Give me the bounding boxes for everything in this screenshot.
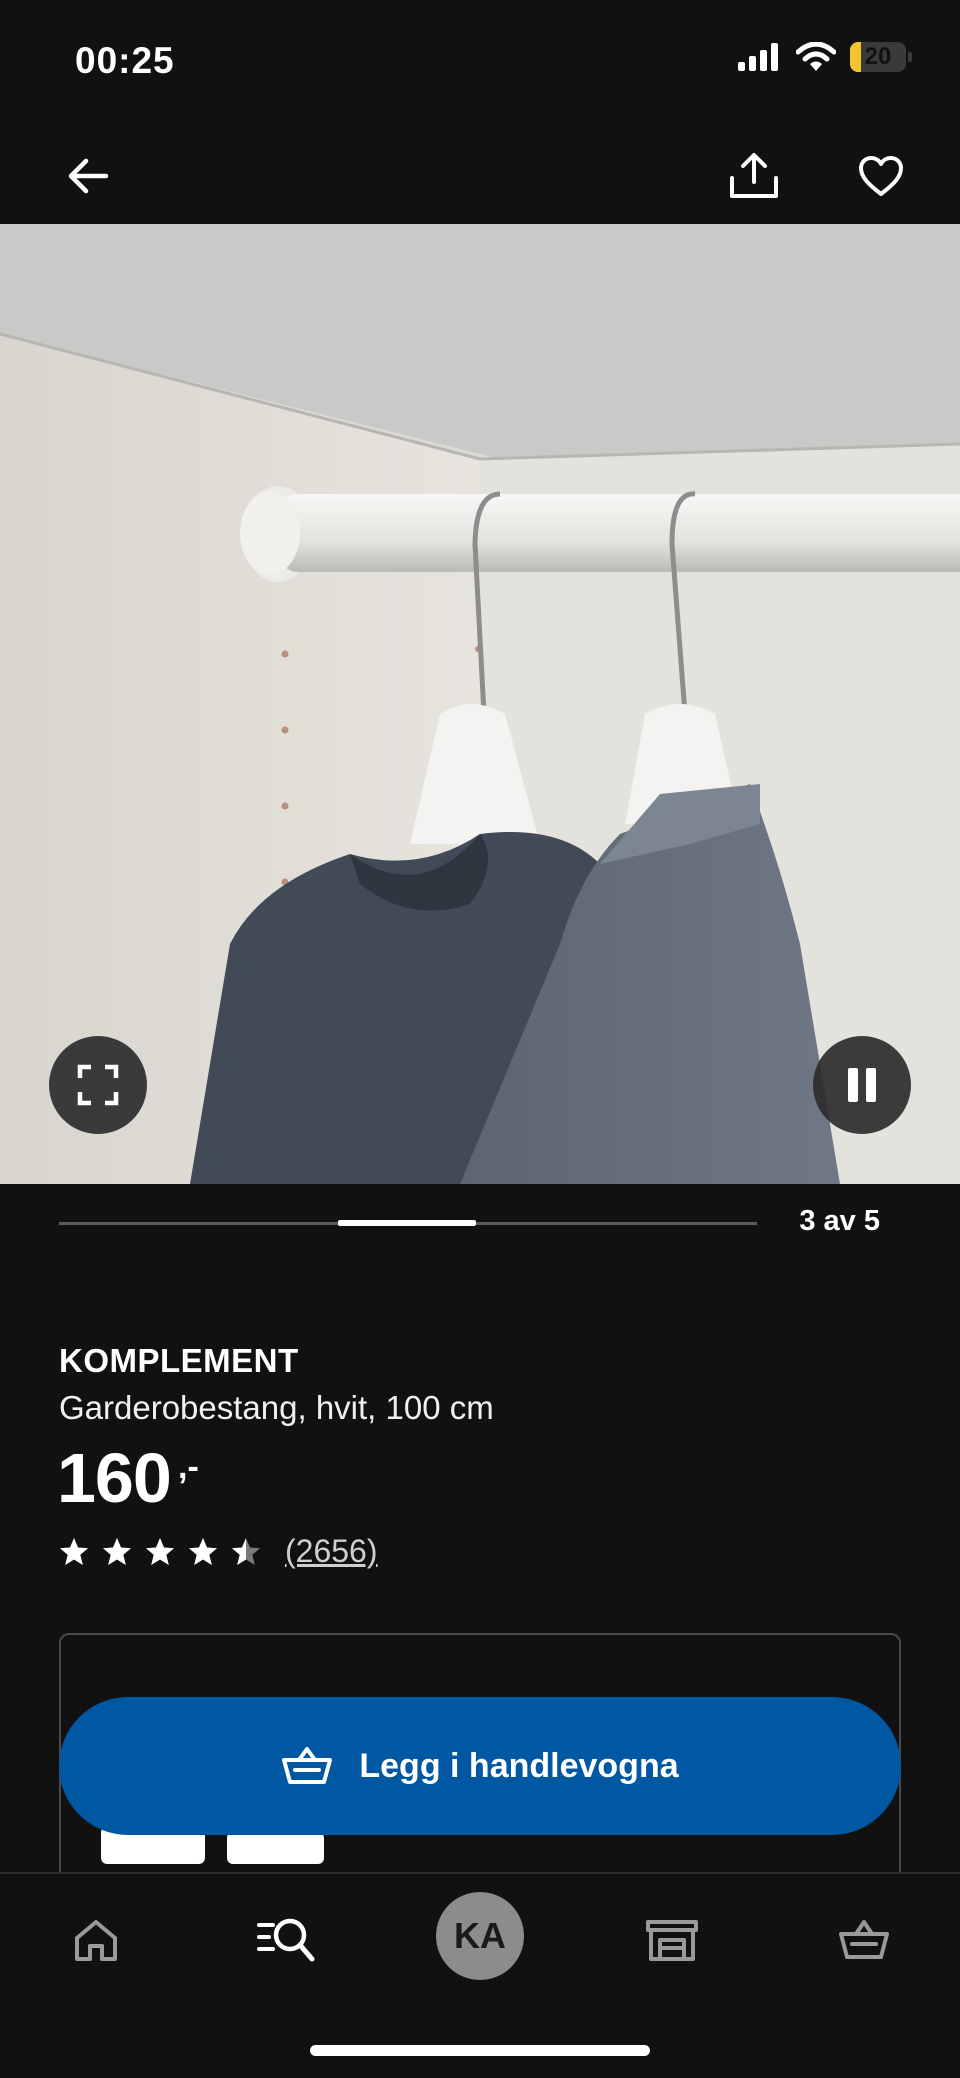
option-swatch[interactable]	[227, 1832, 324, 1864]
signal-icon	[738, 43, 778, 71]
favorite-button[interactable]	[851, 146, 911, 206]
store-icon	[646, 1920, 698, 1961]
basket-icon	[839, 1920, 889, 1959]
tab-cart[interactable]	[816, 1892, 912, 1988]
star-half-icon	[232, 1537, 260, 1565]
arrow-left-icon	[68, 158, 109, 194]
product-price: 160	[57, 1439, 172, 1517]
pause-button[interactable]	[813, 1036, 911, 1134]
status-bar: 00:25 20	[0, 0, 960, 120]
basket-icon	[282, 1747, 333, 1784]
add-to-cart-label: Legg i handlevogna	[359, 1746, 679, 1785]
battery-icon: 20	[850, 42, 906, 72]
top-nav	[0, 120, 960, 224]
star-full-icon	[103, 1537, 131, 1565]
review-count-link[interactable]: (2656)	[285, 1533, 378, 1570]
product-video-frame	[0, 224, 960, 1184]
status-icons: 20	[738, 42, 912, 72]
home-indicator[interactable]	[310, 2045, 650, 2056]
price-suffix: ,-	[178, 1448, 199, 1486]
fullscreen-icon	[77, 1064, 119, 1106]
product-media[interactable]	[0, 224, 960, 1184]
rating-stars	[59, 1537, 261, 1567]
tab-profile[interactable]: KA	[432, 1888, 528, 1984]
avatar: KA	[436, 1892, 524, 1980]
media-progress-fill	[338, 1220, 477, 1226]
status-time: 00:25	[75, 40, 175, 81]
tab-stores[interactable]	[624, 1892, 720, 1988]
home-icon	[75, 1920, 117, 1961]
tab-home[interactable]	[48, 1892, 144, 1988]
product-description: Garderobestang, hvit, 100 cm	[59, 1389, 494, 1426]
battery-level: 20	[864, 43, 892, 70]
star-full-icon	[189, 1537, 217, 1565]
add-to-cart-button[interactable]: Legg i handlevogna	[59, 1697, 901, 1835]
star-full-icon	[146, 1537, 174, 1565]
product-rating[interactable]: (2656)	[59, 1533, 378, 1570]
slide-counter: 3 av 5	[799, 1205, 880, 1237]
tab-search[interactable]	[238, 1892, 334, 1988]
star-full-icon	[60, 1537, 88, 1565]
back-button[interactable]	[58, 146, 118, 206]
fullscreen-button[interactable]	[49, 1036, 147, 1134]
battery-tip	[908, 52, 912, 62]
pause-icon	[848, 1068, 876, 1102]
search-icon	[257, 1918, 315, 1962]
heart-icon	[859, 156, 903, 196]
product-name: KOMPLEMENT	[59, 1342, 299, 1379]
share-icon	[730, 153, 778, 198]
share-button[interactable]	[724, 146, 784, 206]
wifi-icon	[796, 42, 836, 71]
